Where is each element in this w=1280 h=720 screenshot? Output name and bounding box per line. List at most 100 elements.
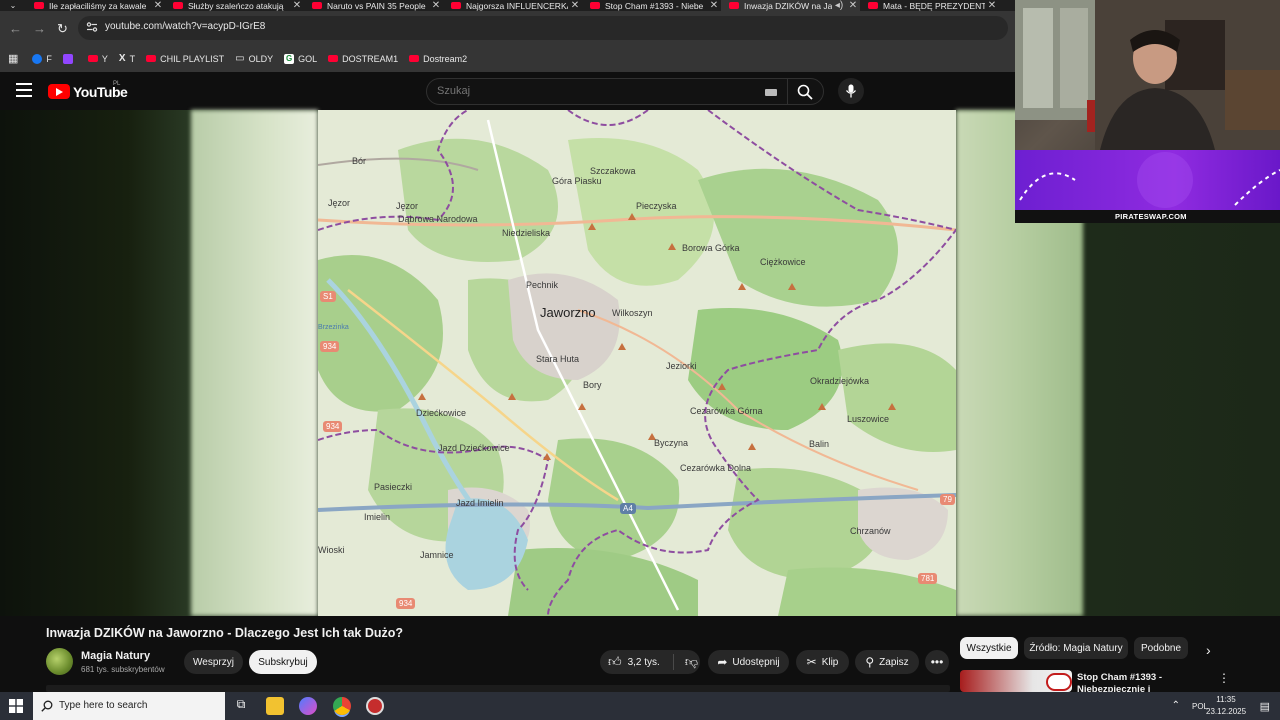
- bookmark-facebook[interactable]: F: [32, 53, 52, 64]
- channel-name[interactable]: Magia Natury: [81, 650, 150, 662]
- search-icon: [41, 700, 53, 712]
- close-tab-icon[interactable]: ✕: [985, 0, 999, 11]
- tab-search-button[interactable]: ⌄: [0, 0, 26, 11]
- address-bar[interactable]: youtube.com/watch?v=acypD-IGrE8: [78, 16, 1008, 40]
- clock-date[interactable]: 23.12.2025: [1206, 707, 1246, 716]
- channel-avatar[interactable]: [46, 648, 73, 675]
- task-view-icon[interactable]: ⧉: [232, 697, 250, 715]
- search-icon[interactable]: [797, 84, 813, 100]
- search-input[interactable]: [437, 85, 737, 97]
- browser-tab[interactable]: Najgorsza INFLUENCERKA ✕: [443, 0, 582, 11]
- map-label-city: Jaworzno: [540, 305, 596, 320]
- tab-title: Inwazja DZIKÓW na Ja: [744, 0, 832, 11]
- bookmark-folder-oldy[interactable]: ▭ OLDY: [235, 53, 273, 64]
- map-label: Niedzieliska: [502, 228, 551, 238]
- chrome-icon[interactable]: [333, 697, 351, 715]
- bookmark-icon: ⚲: [865, 655, 875, 669]
- back-icon[interactable]: ←: [9, 21, 22, 36]
- bookmark-twitch[interactable]: [62, 53, 77, 64]
- youtube-logo-icon[interactable]: [48, 84, 70, 99]
- speaker-icon[interactable]: ◂): [832, 0, 846, 11]
- map-label: Byczyna: [654, 438, 689, 448]
- bookmark-label: T: [129, 53, 136, 64]
- close-tab-icon[interactable]: ✕: [846, 0, 860, 11]
- map-label: Jęzor: [328, 198, 351, 208]
- bookmark-dostream2[interactable]: Dostream2: [409, 54, 467, 64]
- bookmark-x[interactable]: XT: [119, 53, 135, 64]
- bookmark-label: Dostream2: [423, 53, 468, 64]
- horizontal-scrollbar[interactable]: [46, 685, 950, 692]
- webcam-overlay: [1015, 0, 1280, 150]
- windows-start-icon[interactable]: [9, 699, 23, 713]
- chip-source[interactable]: Źródło: Magia Natury: [1024, 637, 1128, 659]
- browser-tab[interactable]: Stop Cham #1393 - Niebe ✕: [582, 0, 721, 11]
- bookmark-youtube[interactable]: Y: [87, 54, 108, 64]
- bookmark-label: DOSTREAM1: [342, 53, 399, 64]
- chevron-up-icon[interactable]: ⌃: [1172, 700, 1180, 711]
- save-button[interactable]: ⚲ Zapisz: [855, 650, 919, 674]
- sponsor-text: PIRATESWAP.COM: [1115, 212, 1187, 221]
- map-label: Cezarówka Dolna: [680, 463, 752, 473]
- subscribe-button[interactable]: Subskrybuj: [249, 650, 317, 674]
- recommendation-thumbnail[interactable]: [960, 670, 1072, 692]
- tab-title: Służby szaleńczo atakują: [188, 0, 284, 11]
- clock-time[interactable]: 11:35: [1208, 695, 1244, 704]
- site-settings-icon[interactable]: [86, 21, 98, 33]
- close-tab-icon[interactable]: ✕: [568, 0, 582, 11]
- copilot-icon[interactable]: [299, 697, 317, 715]
- chevron-right-icon[interactable]: ›: [1206, 642, 1211, 658]
- share-button[interactable]: ➦ Udostępnij: [708, 650, 789, 674]
- taskbar-search[interactable]: Type here to search: [33, 692, 225, 720]
- clip-button[interactable]: ✂ Klip: [796, 650, 849, 674]
- recommendation-title[interactable]: Stop Cham #1393 - Niebezpiecznie i chams…: [1077, 672, 1195, 692]
- support-button[interactable]: Wesprzyj: [184, 650, 243, 674]
- map-label: Bór: [352, 156, 367, 166]
- map-label: Jamnice: [420, 550, 454, 560]
- tab-strip: ⌄ Ile zapłaciliśmy za kawale ✕ Służby sz…: [0, 0, 1015, 11]
- close-tab-icon[interactable]: ✕: [290, 0, 304, 11]
- apps-icon[interactable]: ▦: [8, 52, 18, 65]
- support-label: Wesprzyj: [193, 656, 234, 668]
- save-label: Zapisz: [879, 656, 909, 668]
- chip-label: Wszystkie: [966, 642, 1012, 654]
- map-label: Jazd Imielin: [456, 498, 504, 508]
- video-title: Inwazja DZIKÓW na Jaworzno - Dlaczego Je…: [46, 626, 404, 640]
- browser-tab[interactable]: Ile zapłaciliśmy za kawale ✕: [26, 0, 165, 11]
- gol-icon: G: [284, 53, 295, 64]
- share-label: Udostępnij: [732, 656, 780, 668]
- browser-tab[interactable]: Mata - BĘDĘ PREZYDENTE ✕: [860, 0, 999, 11]
- browser-tab[interactable]: Naruto vs PAIN 35 People ✕: [304, 0, 443, 11]
- notifications-icon[interactable]: ▤: [1260, 700, 1270, 713]
- close-tab-icon[interactable]: ✕: [151, 0, 165, 11]
- browser-tab[interactable]: Służby szaleńczo atakują ✕: [165, 0, 304, 11]
- chip-related[interactable]: Podobne: [1134, 637, 1188, 659]
- bookmark-label: OLDY: [248, 53, 274, 64]
- youtube-icon: [409, 55, 420, 62]
- x-icon: X: [118, 53, 126, 64]
- route-badge: 781: [918, 573, 938, 584]
- bookmark-chil-playlist[interactable]: CHIL PLAYLIST: [146, 54, 224, 64]
- bookmarks-bar: ▦ F Y XT CHIL PLAYLIST ▭ OLDY G GOL DOSTRE…: [0, 45, 1015, 72]
- like-button[interactable]: 👍︎ 3,2 tys.: [608, 654, 660, 670]
- dislike-icon[interactable]: 👎︎: [685, 654, 698, 670]
- obs-icon[interactable]: [366, 697, 384, 715]
- windows-taskbar: Type here to search ⧉ ⌃ POL 11:35 23.12.…: [0, 692, 1280, 720]
- more-vertical-icon[interactable]: ⋮: [1218, 671, 1230, 685]
- close-tab-icon[interactable]: ✕: [429, 0, 443, 11]
- menu-icon[interactable]: [16, 83, 32, 97]
- voice-search-button[interactable]: [838, 78, 864, 104]
- keyboard-icon[interactable]: [765, 89, 777, 96]
- chip-all[interactable]: Wszystkie: [960, 637, 1018, 659]
- map-label: Szczakowa: [590, 166, 636, 176]
- bookmark-dostream1[interactable]: DOSTREAM1: [328, 54, 398, 64]
- reload-icon[interactable]: ↻: [57, 21, 68, 37]
- close-tab-icon[interactable]: ✕: [707, 0, 721, 11]
- tab-title: Mata - BĘDĘ PREZYDENTE: [883, 0, 985, 11]
- file-explorer-icon[interactable]: [266, 697, 284, 715]
- forward-icon[interactable]: →: [33, 21, 46, 36]
- bookmark-gol[interactable]: G GOL: [284, 53, 317, 64]
- more-actions-button[interactable]: •••: [925, 650, 949, 674]
- folder-icon: ▭: [235, 53, 245, 64]
- region-code: PL: [113, 81, 121, 87]
- browser-tab-active[interactable]: Inwazja DZIKÓW na Ja ◂) ✕: [721, 0, 860, 11]
